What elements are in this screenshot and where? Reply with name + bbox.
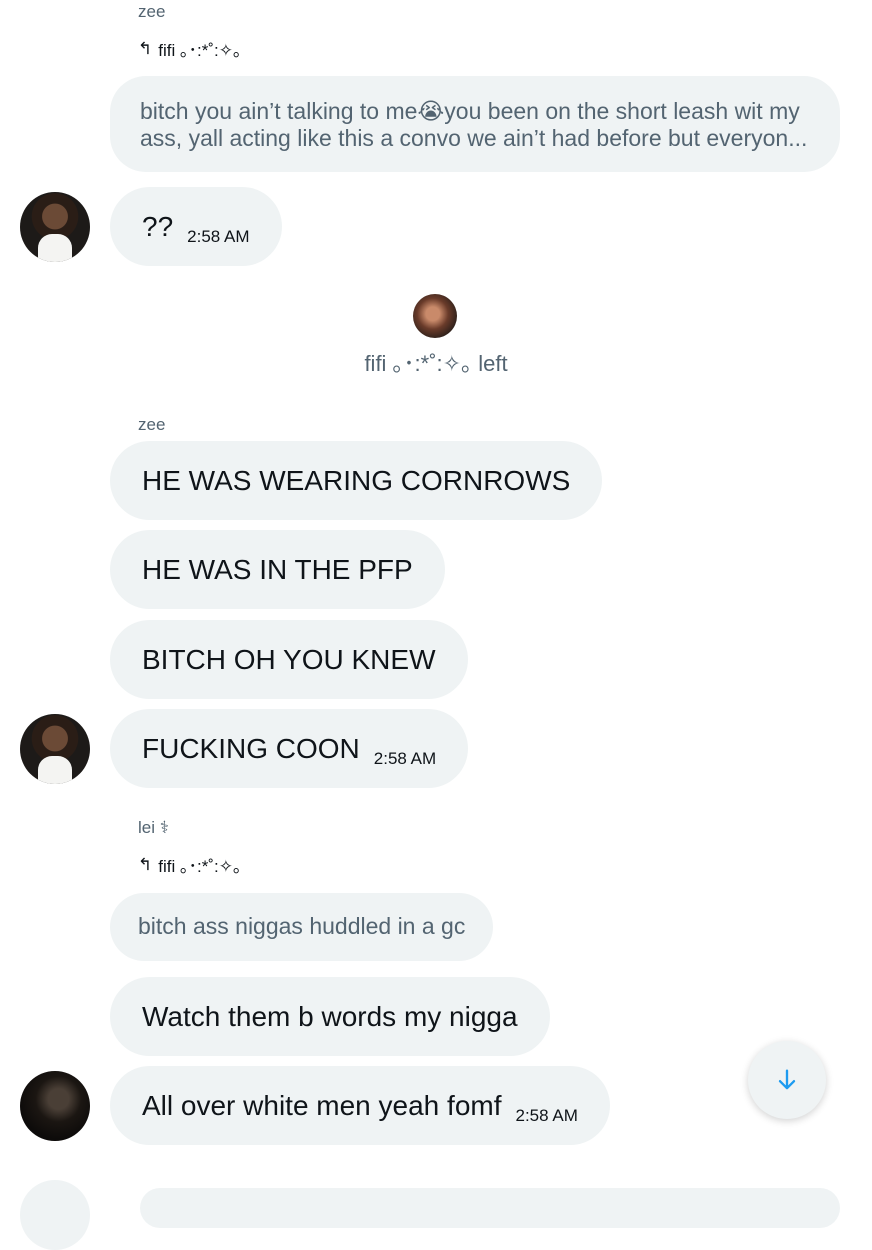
scroll-to-bottom-button[interactable] bbox=[748, 1041, 826, 1119]
message-bubble[interactable]: ?? 2:58 AM bbox=[110, 187, 282, 266]
sender-name: zee bbox=[138, 2, 166, 21]
message-text: ?? bbox=[142, 210, 174, 242]
sender-name: lei ⚕ bbox=[138, 818, 169, 837]
sender-name: zee bbox=[138, 415, 166, 434]
message-text: HE WAS WEARING CORNROWS bbox=[142, 464, 571, 496]
reply-arrow-icon: ↰ bbox=[138, 38, 153, 58]
reply-to-name: fifi ｡･:*˚:✧｡ bbox=[158, 41, 242, 60]
quoted-message[interactable]: bitch you ain’t talking to me😭you been o… bbox=[110, 76, 840, 172]
message-bubble[interactable]: HE WAS WEARING CORNROWS bbox=[110, 441, 603, 520]
arrow-down-icon bbox=[778, 1069, 796, 1090]
message-text: All over white men yeah fomf bbox=[142, 1089, 502, 1121]
message-bubble[interactable]: BITCH OH YOU KNEW bbox=[110, 620, 468, 699]
message-bubble[interactable]: FUCKING COON 2:58 AM bbox=[110, 709, 469, 788]
system-event-text: fifi ｡･:*˚:✧｡ left bbox=[364, 351, 508, 376]
message-text: BITCH OH YOU KNEW bbox=[142, 643, 436, 675]
message-bubble[interactable]: Watch them b words my nigga bbox=[110, 977, 550, 1056]
avatar[interactable] bbox=[413, 294, 457, 338]
timestamp: 2:58 AM bbox=[515, 1105, 578, 1125]
message-bubble[interactable]: All over white men yeah fomf 2:58 AM bbox=[110, 1066, 610, 1145]
reply-indicator[interactable]: ↰ fifi ｡･:*˚:✧｡ bbox=[138, 36, 241, 61]
reply-arrow-icon: ↰ bbox=[138, 854, 153, 874]
avatar[interactable] bbox=[20, 1071, 90, 1141]
message-bubble[interactable] bbox=[140, 1188, 840, 1228]
reply-to-name: fifi ｡･:*˚:✧｡ bbox=[158, 857, 242, 876]
timestamp: 2:58 AM bbox=[373, 748, 437, 768]
reply-indicator[interactable]: ↰ fifi ｡･:*˚:✧｡ bbox=[138, 852, 241, 877]
message-text: HE WAS IN THE PFP bbox=[142, 553, 413, 585]
avatar[interactable] bbox=[20, 714, 90, 784]
timestamp: 2:58 AM bbox=[187, 226, 250, 246]
avatar[interactable] bbox=[20, 1180, 90, 1250]
avatar[interactable] bbox=[20, 192, 90, 262]
quoted-message[interactable]: bitch ass niggas huddled in a gc bbox=[110, 893, 494, 961]
message-text: Watch them b words my nigga bbox=[142, 1000, 518, 1032]
message-bubble[interactable]: HE WAS IN THE PFP bbox=[110, 530, 445, 609]
message-text: FUCKING COON bbox=[142, 732, 360, 764]
